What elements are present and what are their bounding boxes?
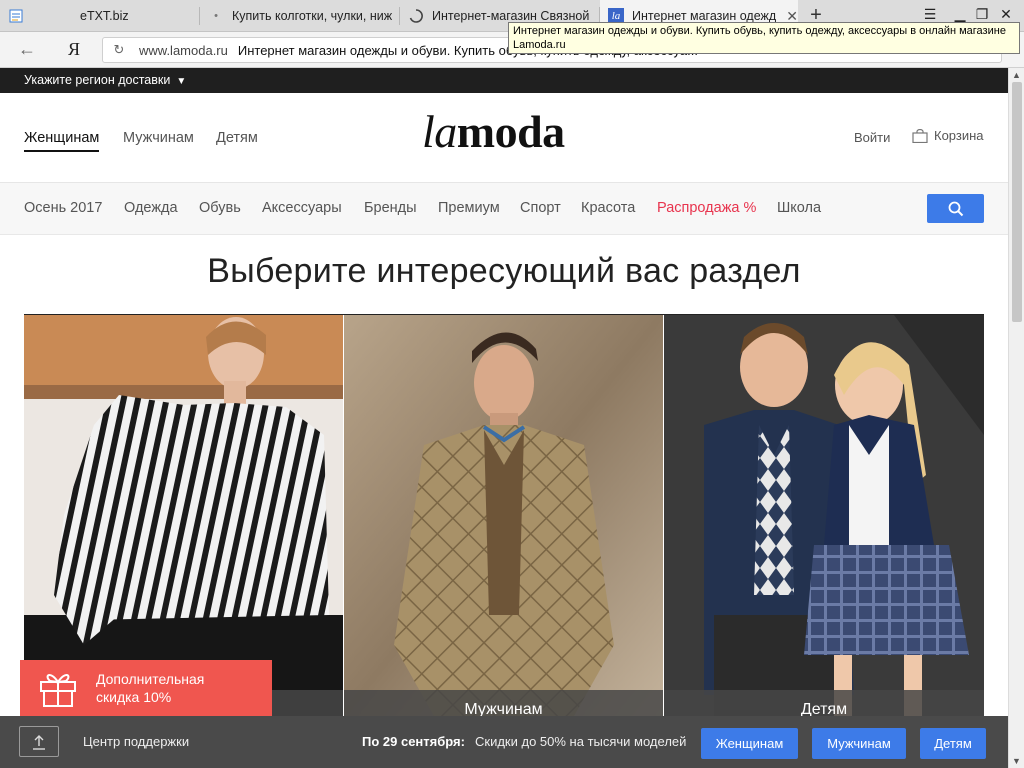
tab-title: Интернет магазин одежд (632, 9, 777, 23)
promo-line-1: Дополнительная (96, 671, 205, 687)
bottom-button-women[interactable]: Женщинам (701, 728, 798, 759)
promo-text: Дополнительная скидка 10% (96, 670, 204, 706)
url-text: www.lamoda.ru (139, 42, 228, 58)
dot-icon: • (214, 10, 218, 22)
tab-title: eTXT.biz (80, 9, 129, 23)
minimize-icon[interactable]: ▁ (950, 6, 970, 23)
tile-caption: Мужчинам (344, 690, 663, 716)
region-label: Укажите регион доставки (24, 73, 171, 87)
category-nav: Осень 2017 Одежда Обувь Аксессуары Бренд… (0, 183, 1008, 235)
men-photo (344, 315, 663, 716)
scroll-up-arrow-icon[interactable]: ▲ (1012, 70, 1021, 80)
reload-icon[interactable]: ↻ (107, 42, 131, 58)
promo-line-2: скидка 10% (96, 689, 172, 705)
kids-photo (664, 315, 984, 716)
back-arrow-icon[interactable]: ← (18, 39, 36, 60)
scroll-to-top-button[interactable] (19, 726, 59, 757)
promo-extra-discount[interactable]: Дополнительная скидка 10% (20, 660, 272, 716)
tile-men[interactable]: Мужчинам (344, 315, 663, 716)
section-tiles: Женщинам Му (24, 314, 984, 716)
close-window-icon[interactable]: ✕ (996, 6, 1016, 23)
category-shoes[interactable]: Обувь (199, 200, 241, 216)
tab-title: Интернет-магазин Связной (432, 9, 590, 23)
site-header: Женщинам Мужчинам Детям lamoda Войти Кор… (0, 93, 1008, 183)
menu-icon[interactable]: ☰ (920, 6, 940, 23)
category-brands[interactable]: Бренды (364, 200, 417, 216)
category-clothing[interactable]: Одежда (124, 200, 178, 216)
login-link[interactable]: Войти (854, 130, 890, 145)
chevron-down-icon: ▼ (176, 76, 187, 87)
section-title: Выберите интересующий вас раздел (207, 252, 801, 290)
bottom-bar: Центр поддержки По 29 сентября: Скидки д… (0, 716, 1008, 768)
scrollbar-thumb[interactable] (1012, 82, 1022, 322)
women-photo (24, 315, 343, 716)
cart-link[interactable]: Корзина (912, 128, 984, 143)
category-sale[interactable]: Распродажа % (657, 200, 756, 216)
tile-kids[interactable]: Детям (664, 315, 984, 716)
shopping-bag-icon (912, 128, 928, 143)
bottom-button-men[interactable]: Мужчинам (812, 728, 906, 759)
search-button[interactable] (927, 194, 984, 223)
loading-spinner-icon (408, 8, 424, 24)
page-scrollbar[interactable]: ▲ ▼ (1008, 68, 1024, 768)
logo-moda: moda (456, 106, 565, 157)
lamoda-logo[interactable]: lamoda (422, 105, 565, 158)
tile-women[interactable]: Женщинам (24, 315, 343, 716)
category-school[interactable]: Школа (777, 200, 821, 216)
bottom-button-kids[interactable]: Детям (920, 728, 986, 759)
region-strip: Укажите регион доставки ▼ (0, 68, 1008, 93)
gender-tab-kids[interactable]: Детям (216, 130, 258, 146)
category-sport[interactable]: Спорт (520, 200, 561, 216)
scroll-down-arrow-icon[interactable]: ▼ (1012, 756, 1021, 766)
category-autumn-2017[interactable]: Осень 2017 (24, 200, 102, 216)
tab-tooltip: Интернет магазин одежды и обуви. Купить … (508, 22, 1020, 54)
delivery-region-selector[interactable]: Укажите регион доставки ▼ (24, 73, 186, 87)
notepad-icon (8, 8, 24, 24)
gender-tab-men[interactable]: Мужчинам (123, 130, 194, 146)
tile-caption: Детям (664, 690, 984, 716)
support-center-link[interactable]: Центр поддержки (83, 734, 189, 749)
upload-arrow-icon (33, 734, 45, 750)
tab-etxt[interactable]: eTXT.biz (0, 0, 200, 32)
restore-icon[interactable]: ❐ (972, 6, 992, 23)
category-accessories[interactable]: Аксессуары (262, 200, 342, 216)
cart-label: Корзина (934, 128, 984, 143)
search-icon (948, 201, 963, 216)
tab-tights-shop[interactable]: • Купить колготки, чулки, ниж (200, 0, 400, 32)
deal-text: Скидки до 50% на тысячи моделей (475, 734, 687, 749)
gift-icon (40, 674, 76, 707)
logo-la: la (422, 106, 457, 157)
category-premium[interactable]: Премиум (438, 200, 500, 216)
deal-date: По 29 сентября: (362, 734, 465, 749)
tab-title: Купить колготки, чулки, ниж (232, 9, 393, 23)
yandex-logo[interactable]: Я (68, 39, 80, 60)
gender-tab-women[interactable]: Женщинам (24, 130, 100, 152)
category-beauty[interactable]: Красота (581, 200, 635, 216)
